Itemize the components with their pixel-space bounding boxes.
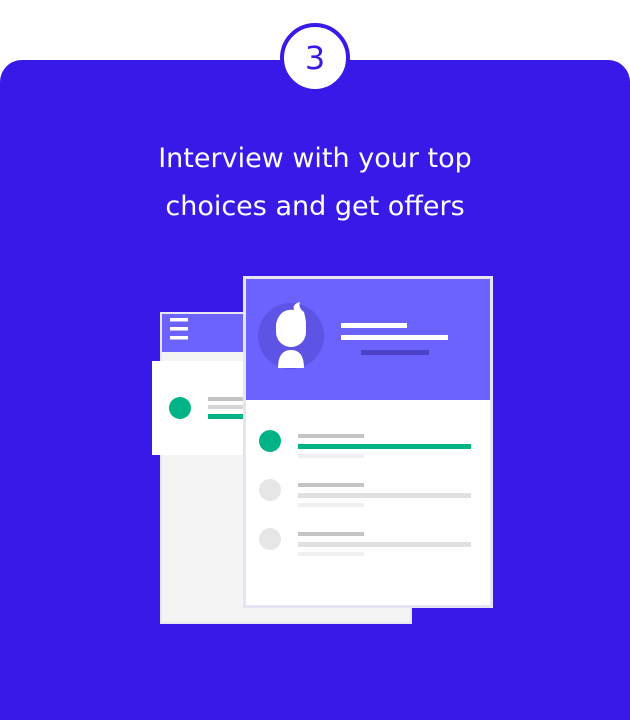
headline: Interview with your top choices and get … xyxy=(0,135,630,231)
popup-status-dot xyxy=(169,397,191,419)
list-item-2-status-dot xyxy=(259,479,281,501)
headline-line-1: Interview with your top xyxy=(158,143,472,174)
step-number: 3 xyxy=(304,39,326,77)
list-item-1-status-dot xyxy=(259,430,281,452)
step-badge: 3 xyxy=(280,23,350,93)
popup-row-card xyxy=(152,361,252,455)
list-item-1-progress-bar xyxy=(298,444,471,449)
front-window xyxy=(243,276,493,608)
headline-line-2: choices and get offers xyxy=(165,191,465,222)
menu-icon xyxy=(170,318,188,340)
profile-meta-bar xyxy=(361,350,429,355)
profile-detail-bar xyxy=(341,335,448,340)
list-item-3-status-dot xyxy=(259,528,281,550)
interview-illustration xyxy=(152,276,493,624)
page: 3 Interview with your top choices and ge… xyxy=(0,0,630,720)
profile-name-bar xyxy=(341,323,407,328)
